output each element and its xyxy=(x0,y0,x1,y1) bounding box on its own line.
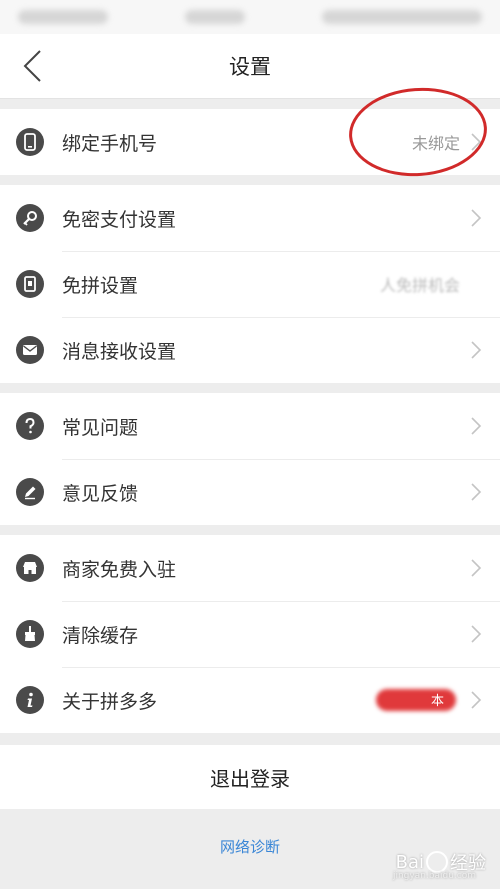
key-icon xyxy=(16,204,44,232)
row-faq[interactable]: 常见问题 xyxy=(0,393,500,459)
status-bar xyxy=(0,0,500,34)
watermark-text: Bai xyxy=(395,851,424,873)
row-message-settings[interactable]: 消息接收设置 xyxy=(0,317,500,383)
row-label: 意见反馈 xyxy=(62,482,139,505)
chevron-right-icon xyxy=(471,483,482,501)
row-merchant-join[interactable]: 商家免费入驻 xyxy=(0,535,500,601)
pencil-icon xyxy=(16,478,44,506)
brush-icon xyxy=(16,620,44,648)
store-icon xyxy=(16,554,44,582)
status-blur-left xyxy=(18,10,108,24)
row-clear-cache[interactable]: 清除缓存 xyxy=(0,601,500,667)
chevron-right-icon xyxy=(471,417,482,435)
row-password-free-payment[interactable]: 免密支付设置 xyxy=(0,185,500,251)
row-label: 免拼设置 xyxy=(62,274,139,297)
row-label: 消息接收设置 xyxy=(62,340,177,363)
settings-group-other: 商家免费入驻 清除缓存 关于拼多多 本 xyxy=(0,535,500,733)
settings-group-payment: 免密支付设置 免拼设置 人免拼机会 消息接收设置 xyxy=(0,185,500,383)
chevron-right-icon xyxy=(471,625,482,643)
group-free-value: 人免拼机会 xyxy=(379,276,460,295)
chevron-right-icon xyxy=(471,209,482,227)
status-blur-middle xyxy=(185,10,245,24)
row-label: 商家免费入驻 xyxy=(62,558,177,581)
row-group-free-settings[interactable]: 免拼设置 人免拼机会 xyxy=(0,251,500,317)
version-badge-pill xyxy=(376,689,456,711)
phone-icon xyxy=(16,128,44,156)
status-blur-right xyxy=(322,10,482,24)
question-icon xyxy=(16,412,44,440)
version-badge-text: 本 xyxy=(430,694,444,709)
settings-group-help: 常见问题 意见反馈 xyxy=(0,393,500,525)
chevron-right-icon xyxy=(471,559,482,577)
row-label: 清除缓存 xyxy=(62,624,139,647)
page-title: 设置 xyxy=(229,55,271,79)
chevron-left-icon xyxy=(23,50,41,82)
info-icon xyxy=(16,686,44,714)
back-button[interactable] xyxy=(12,46,52,86)
row-label: 常见问题 xyxy=(62,416,139,439)
mail-icon xyxy=(16,336,44,364)
version-badge: 本 xyxy=(366,688,456,712)
logout-button[interactable]: 退出登录 xyxy=(0,745,500,809)
chevron-right-icon xyxy=(471,341,482,359)
card-icon xyxy=(16,270,44,298)
chevron-right-icon xyxy=(471,691,482,709)
paw-icon xyxy=(426,851,448,873)
row-about[interactable]: 关于拼多多 本 xyxy=(0,667,500,733)
row-label: 关于拼多多 xyxy=(62,690,158,713)
row-feedback[interactable]: 意见反馈 xyxy=(0,459,500,525)
row-label: 免密支付设置 xyxy=(62,208,177,231)
baidu-watermark: Bai 经验 jingyan.baidu.com xyxy=(393,849,486,881)
watermark-sub: jingyan.baidu.com xyxy=(392,871,476,881)
